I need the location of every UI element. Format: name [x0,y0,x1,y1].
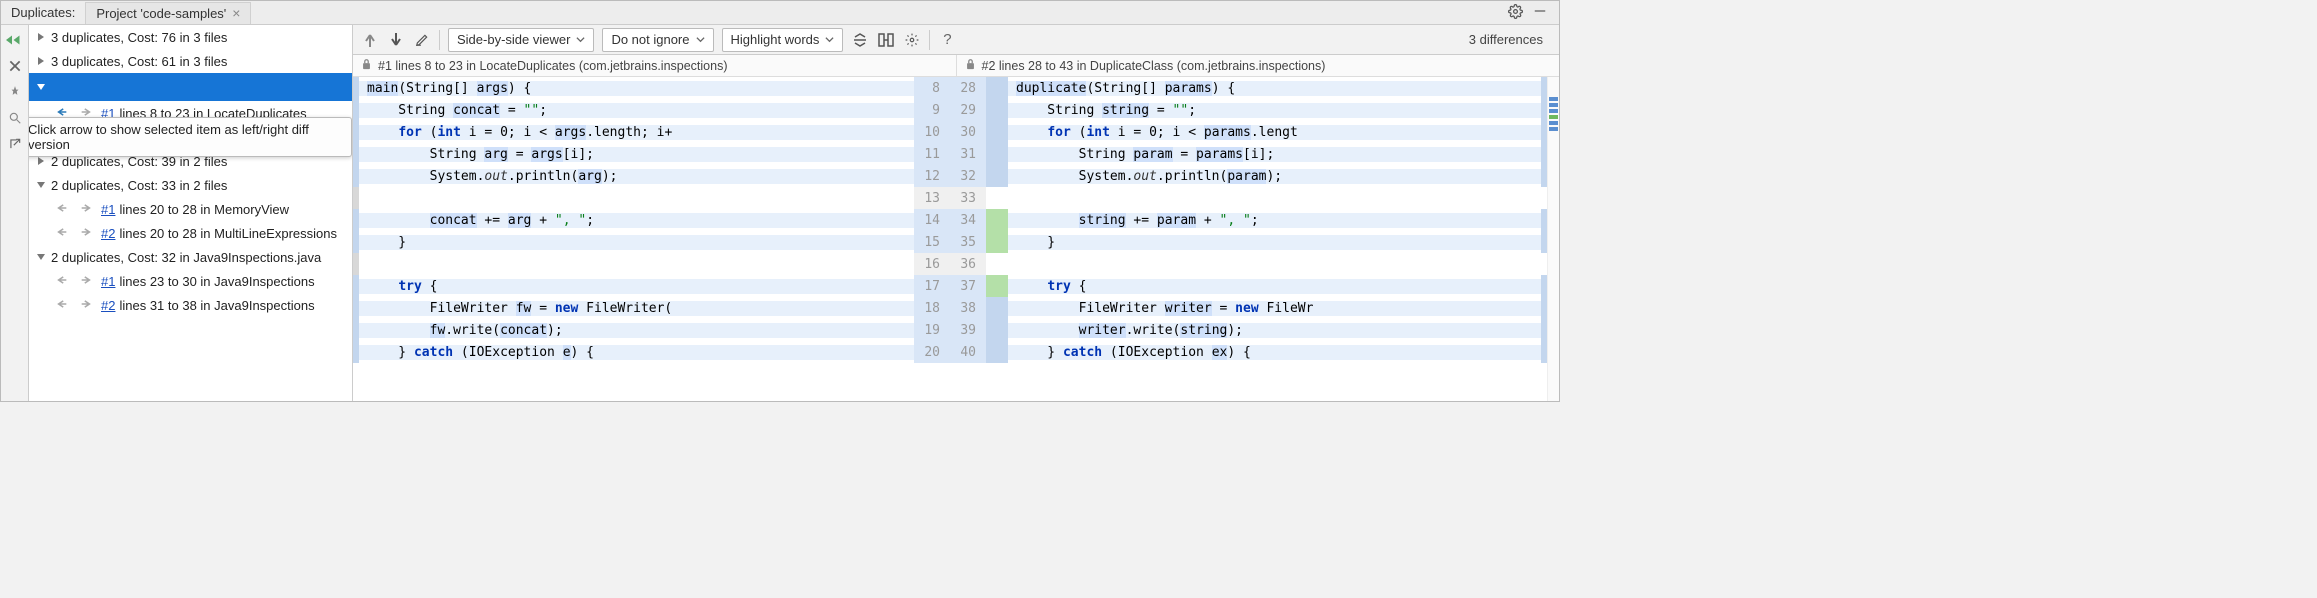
tree-group[interactable]: 2 duplicates, Cost: 32 in Java9Inspectio… [29,245,352,269]
diff-left[interactable]: main(String[] args) { String concat = ""… [353,77,914,401]
ignore-combo[interactable]: Do not ignore [602,28,713,52]
tab-label: Project 'code-samples' [96,6,226,21]
collapse-icon[interactable] [851,31,869,49]
right-diff-header: #2 lines 28 to 43 in DuplicateClass (com… [957,55,1560,76]
combo-label: Highlight words [731,32,820,47]
chevron-down-icon [825,32,834,47]
prev-diff-icon[interactable] [361,31,379,49]
diff-body[interactable]: main(String[] args) { String concat = ""… [353,77,1559,401]
combo-label: Side-by-side viewer [457,32,570,47]
edit-icon[interactable] [413,31,431,49]
tooltip: Click arrow to show selected item as lef… [29,117,352,157]
diff-link[interactable]: #1 [101,202,119,217]
gear-icon[interactable] [1508,4,1523,22]
highlight-combo[interactable]: Highlight words [722,28,844,52]
pin-icon[interactable] [8,85,22,99]
send-left-icon[interactable] [57,202,71,217]
diff-link[interactable]: #2 [101,226,119,241]
tree-item-label: lines 23 to 30 in Java9Inspections [119,274,314,289]
export-icon[interactable] [8,137,22,151]
lock-icon [361,58,372,73]
tree-item[interactable]: #2 lines 20 to 28 in MultiLineExpression… [29,221,352,245]
side-toolbar [1,25,29,401]
tree-item[interactable]: #1 lines 23 to 30 in Java9Inspections [29,269,352,293]
chevron-down-icon[interactable] [35,81,47,93]
tree-group-label: 3 duplicates, Cost: 76 in 3 files [51,30,227,45]
diff-count-label: 3 differences [1469,32,1551,47]
line-gutter: 828 929 1030 1131 1232 1333 1434 1535 16… [914,77,986,401]
tree-item[interactable]: #1 lines 20 to 28 in MemoryView [29,197,352,221]
tree-item-label: lines 31 to 38 in Java9Inspections [119,298,314,313]
diff-toolbar: Side-by-side viewer Do not ignore Highli… [353,25,1559,55]
tree-item-label: lines 20 to 28 in MultiLineExpressions [119,226,337,241]
next-diff-icon[interactable] [387,31,405,49]
send-right-icon[interactable] [77,298,91,313]
tree-group-selected[interactable] [29,73,352,101]
preview-icon[interactable] [8,111,22,125]
chevron-down-icon [576,32,585,47]
sync-scroll-icon[interactable] [877,31,895,49]
left-diff-header: #1 lines 8 to 23 in LocateDuplicates (co… [353,55,957,76]
combo-label: Do not ignore [611,32,689,47]
help-icon[interactable]: ? [938,31,956,49]
gear-icon[interactable] [903,31,921,49]
send-right-icon[interactable] [77,202,91,217]
diff-viewer: Side-by-side viewer Do not ignore Highli… [353,25,1559,401]
chevron-right-icon[interactable] [35,31,47,43]
overview-ruler[interactable] [1547,77,1559,401]
close-icon[interactable]: × [232,5,240,21]
diff-link[interactable]: #2 [101,298,119,313]
close-icon[interactable] [8,59,22,73]
diff-link[interactable]: #1 [101,274,119,289]
tree-item-label: lines 20 to 28 in MemoryView [119,202,289,217]
viewer-mode-combo[interactable]: Side-by-side viewer [448,28,594,52]
duplicates-tree[interactable]: 3 duplicates, Cost: 76 in 3 files 3 dupl… [29,25,353,401]
send-left-icon[interactable] [57,274,71,289]
tree-group[interactable]: 3 duplicates, Cost: 61 in 3 files [29,49,352,73]
tree-group-label: 2 duplicates, Cost: 33 in 2 files [51,178,227,193]
duplicates-scope-tab[interactable]: Project 'code-samples' × [85,2,251,24]
tree-group[interactable]: 3 duplicates, Cost: 76 in 3 files [29,25,352,49]
lock-icon [965,58,976,73]
tree-group[interactable]: 2 duplicates, Cost: 33 in 2 files [29,173,352,197]
tree-item[interactable]: #2 lines 31 to 38 in Java9Inspections [29,293,352,317]
send-right-icon[interactable] [77,274,91,289]
send-left-icon[interactable] [57,298,71,313]
rerun-icon[interactable] [6,33,24,47]
send-left-icon[interactable] [57,226,71,241]
tool-window-title: Duplicates: [5,5,85,20]
send-right-icon[interactable] [77,226,91,241]
diff-right[interactable]: duplicate(String[] params) { String stri… [986,77,1547,401]
tree-group-label: 3 duplicates, Cost: 61 in 3 files [51,54,227,69]
chevron-right-icon[interactable] [35,55,47,67]
header-text: #2 lines 28 to 43 in DuplicateClass (com… [982,59,1326,73]
tool-window-header: Duplicates: Project 'code-samples' × [1,1,1559,25]
chevron-down-icon[interactable] [35,179,47,191]
tree-group-label: 2 duplicates, Cost: 32 in Java9Inspectio… [51,250,321,265]
chevron-down-icon [696,32,705,47]
header-text: #1 lines 8 to 23 in LocateDuplicates (co… [378,59,728,73]
chevron-down-icon[interactable] [35,251,47,263]
hide-icon[interactable] [1533,4,1547,22]
